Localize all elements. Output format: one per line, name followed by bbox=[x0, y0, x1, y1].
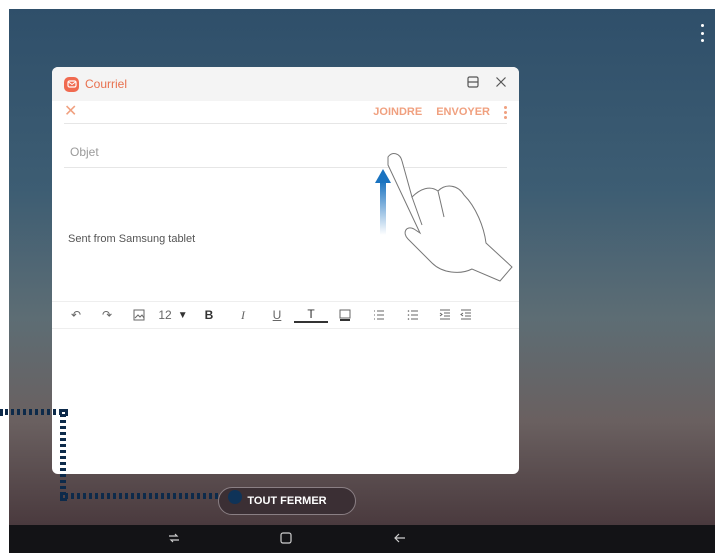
underline-icon[interactable]: U bbox=[260, 305, 294, 325]
recents-icon[interactable] bbox=[167, 531, 181, 548]
navigation-bar bbox=[9, 525, 715, 553]
highlight-icon[interactable] bbox=[328, 305, 362, 325]
home-icon[interactable] bbox=[279, 531, 293, 548]
more-vertical-icon[interactable] bbox=[697, 23, 707, 43]
back-icon[interactable] bbox=[393, 531, 407, 548]
swipe-up-gesture-icon bbox=[375, 153, 513, 282]
text-color-icon[interactable]: T bbox=[294, 307, 328, 323]
bullet-list-icon[interactable] bbox=[396, 305, 430, 325]
font-size-select[interactable]: 12 ▼ bbox=[154, 305, 192, 325]
undo-icon[interactable]: ↶ bbox=[62, 305, 90, 325]
compose-toolbar: ✕ JOINDRE ENVOYER bbox=[52, 101, 519, 123]
callout-marker bbox=[228, 490, 242, 504]
indent-icon[interactable] bbox=[430, 305, 460, 325]
split-view-icon[interactable] bbox=[467, 75, 479, 93]
callout-line bbox=[60, 493, 236, 499]
format-toolbar: ↶ ↷ 12 ▼ B I U T bbox=[52, 301, 519, 329]
send-button[interactable]: ENVOYER bbox=[436, 106, 490, 118]
italic-icon[interactable]: I bbox=[226, 305, 260, 325]
callout-line bbox=[0, 409, 68, 415]
bold-icon[interactable]: B bbox=[192, 305, 226, 325]
app-name: Courriel bbox=[85, 77, 128, 91]
compose-more-icon[interactable] bbox=[504, 105, 507, 119]
email-app-card[interactable]: Courriel ✕ JOINDRE ENVOYER Objet Sent fr… bbox=[52, 67, 519, 474]
close-icon[interactable] bbox=[495, 75, 507, 93]
numbered-list-icon[interactable] bbox=[362, 305, 396, 325]
close-all-label: TOUT FERMER bbox=[247, 495, 327, 507]
subject-field[interactable]: Objet bbox=[70, 145, 99, 159]
image-icon[interactable] bbox=[124, 305, 154, 325]
redo-icon[interactable]: ↷ bbox=[90, 305, 124, 325]
outdent-icon[interactable] bbox=[460, 305, 472, 325]
chevron-down-icon: ▼ bbox=[177, 309, 188, 321]
email-icon bbox=[64, 76, 79, 92]
divider bbox=[64, 123, 507, 124]
attach-button[interactable]: JOINDRE bbox=[373, 106, 422, 118]
discard-icon[interactable]: ✕ bbox=[64, 104, 77, 120]
font-size-value: 12 bbox=[158, 308, 172, 322]
email-body[interactable]: Sent from Samsung tablet bbox=[68, 233, 195, 245]
callout-line bbox=[60, 409, 66, 501]
app-titlebar: Courriel bbox=[52, 67, 519, 101]
